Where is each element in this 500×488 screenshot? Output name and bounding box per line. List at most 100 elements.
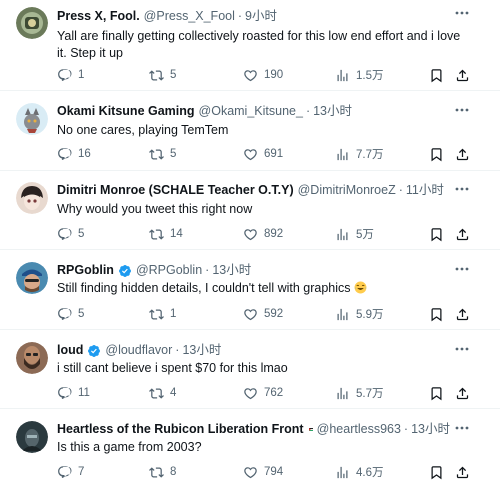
avatar[interactable] bbox=[16, 182, 48, 214]
timestamp[interactable]: 13小时 bbox=[182, 343, 221, 358]
bar-chart-icon bbox=[335, 465, 350, 480]
views-button[interactable]: 7.7万 bbox=[335, 146, 384, 162]
share-button[interactable] bbox=[455, 67, 470, 83]
more-icon[interactable] bbox=[454, 346, 470, 352]
retweet-button[interactable]: 5 bbox=[149, 67, 176, 83]
share-icon bbox=[455, 386, 470, 401]
avatar[interactable] bbox=[16, 262, 48, 294]
retweet-icon bbox=[149, 227, 164, 242]
retweet-button[interactable]: 5 bbox=[149, 146, 176, 162]
retweet-button[interactable]: 14 bbox=[149, 226, 183, 242]
like-button[interactable]: 592 bbox=[243, 306, 283, 322]
reply-count: 16 bbox=[78, 148, 91, 160]
author-name[interactable]: Press X, Fool. bbox=[57, 9, 140, 24]
author-name[interactable]: Okami Kitsune Gaming bbox=[57, 104, 195, 119]
avatar[interactable] bbox=[16, 342, 48, 374]
timestamp[interactable]: 9小时 bbox=[245, 9, 277, 24]
like-button[interactable]: 762 bbox=[243, 385, 283, 401]
views-button[interactable]: 4.6万 bbox=[335, 464, 384, 480]
share-button[interactable] bbox=[455, 464, 470, 480]
tweet[interactable]: Press X, Fool. @Press_X_Fool · 9小时 Yall … bbox=[0, 0, 500, 91]
share-button[interactable] bbox=[455, 226, 470, 242]
author-handle[interactable]: @Press_X_Fool bbox=[144, 9, 235, 24]
share-button[interactable] bbox=[455, 306, 470, 322]
like-button[interactable]: 691 bbox=[243, 146, 283, 162]
like-count: 190 bbox=[264, 69, 284, 81]
avatar[interactable] bbox=[16, 7, 48, 39]
reply-button[interactable]: 7 bbox=[57, 464, 84, 480]
timestamp[interactable]: 13小时 bbox=[411, 422, 450, 437]
avatar[interactable] bbox=[16, 103, 48, 135]
reply-icon bbox=[57, 68, 72, 83]
retweet-button[interactable]: 1 bbox=[149, 306, 176, 322]
tweet[interactable]: loud @loudflavor · 13小时 i still cant bel… bbox=[0, 330, 500, 409]
reply-button[interactable]: 5 bbox=[57, 306, 84, 322]
more-icon[interactable] bbox=[454, 425, 470, 431]
bookmark-button[interactable] bbox=[429, 226, 444, 242]
tweet[interactable]: Dimitri Monroe (SCHALE Teacher O.T.Y) @D… bbox=[0, 171, 500, 250]
tweet[interactable]: Okami Kitsune Gaming @Okami_Kitsune_ · 1… bbox=[0, 91, 500, 171]
author-handle[interactable]: @loudflavor bbox=[105, 343, 172, 358]
like-button[interactable]: 794 bbox=[243, 464, 283, 480]
author-handle[interactable]: @heartless963 bbox=[317, 422, 401, 437]
share-icon bbox=[455, 147, 470, 162]
verified-badge-icon bbox=[118, 264, 132, 278]
tweet-text: Why would you tweet this right now bbox=[57, 202, 253, 216]
bookmark-button[interactable] bbox=[429, 385, 444, 401]
views-button[interactable]: 5.7万 bbox=[335, 385, 384, 401]
retweet-icon bbox=[149, 386, 164, 401]
tweet-text: Yall are finally getting collectively ro… bbox=[57, 29, 461, 60]
like-button[interactable]: 190 bbox=[243, 67, 283, 83]
bookmark-button[interactable] bbox=[429, 67, 444, 83]
views-button[interactable]: 5万 bbox=[335, 226, 374, 242]
reply-count: 7 bbox=[78, 466, 85, 478]
separator-dot: · bbox=[237, 9, 243, 23]
reply-button[interactable]: 5 bbox=[57, 226, 84, 242]
views-button[interactable]: 1.5万 bbox=[335, 67, 384, 83]
bar-chart-icon bbox=[335, 147, 350, 162]
share-button[interactable] bbox=[455, 146, 470, 162]
bookmark-button[interactable] bbox=[429, 306, 444, 322]
author-name[interactable]: Heartless of the Rubicon Liberation Fron… bbox=[57, 422, 304, 437]
retweet-button[interactable]: 8 bbox=[149, 464, 176, 480]
reply-button[interactable]: 16 bbox=[57, 146, 91, 162]
author-handle[interactable]: @RPGoblin bbox=[136, 263, 202, 278]
avatar[interactable] bbox=[16, 421, 48, 453]
author-handle[interactable]: @Okami_Kitsune_ bbox=[199, 104, 303, 119]
reply-button[interactable]: 11 bbox=[57, 385, 90, 401]
more-icon[interactable] bbox=[454, 107, 470, 113]
reply-icon bbox=[57, 147, 72, 162]
tweet[interactable]: Heartless of the Rubicon Liberation Fron… bbox=[0, 409, 500, 488]
tweet[interactable]: RPGoblin @RPGoblin · 13小时 Still finding … bbox=[0, 250, 500, 330]
more-icon[interactable] bbox=[454, 186, 470, 192]
timestamp[interactable]: 11小时 bbox=[406, 183, 444, 198]
bookmark-button[interactable] bbox=[429, 146, 444, 162]
author-name[interactable]: Dimitri Monroe (SCHALE Teacher O.T.Y) bbox=[57, 183, 294, 198]
retweet-count: 1 bbox=[170, 308, 177, 320]
action-bar: 5 14 892 5万 bbox=[57, 226, 476, 242]
views-button[interactable]: 5.9万 bbox=[335, 306, 384, 322]
author-name[interactable]: loud bbox=[57, 343, 83, 358]
retweet-icon bbox=[149, 68, 164, 83]
timestamp[interactable]: 13小时 bbox=[313, 104, 352, 119]
retweet-icon bbox=[149, 147, 164, 162]
retweet-count: 8 bbox=[170, 466, 177, 478]
reply-count: 11 bbox=[78, 387, 90, 399]
like-count: 794 bbox=[264, 466, 284, 478]
view-count: 7.7万 bbox=[356, 149, 384, 161]
reply-button[interactable]: 1 bbox=[57, 67, 84, 83]
bookmark-button[interactable] bbox=[429, 464, 444, 480]
more-icon[interactable] bbox=[454, 10, 470, 16]
share-button[interactable] bbox=[455, 385, 470, 401]
retweet-button[interactable]: 4 bbox=[149, 385, 176, 401]
more-icon[interactable] bbox=[454, 266, 470, 272]
bookmark-icon bbox=[429, 465, 444, 480]
laughing-emoji-icon bbox=[354, 281, 367, 294]
tweet-text: Is this a game from 2003? bbox=[57, 440, 202, 454]
author-name[interactable]: RPGoblin bbox=[57, 263, 114, 278]
timestamp[interactable]: 13小时 bbox=[212, 263, 251, 278]
like-button[interactable]: 892 bbox=[243, 226, 283, 242]
author-handle[interactable]: @DimitriMonroeZ bbox=[298, 183, 396, 198]
retweet-count: 5 bbox=[170, 148, 177, 160]
bookmark-icon bbox=[429, 147, 444, 162]
